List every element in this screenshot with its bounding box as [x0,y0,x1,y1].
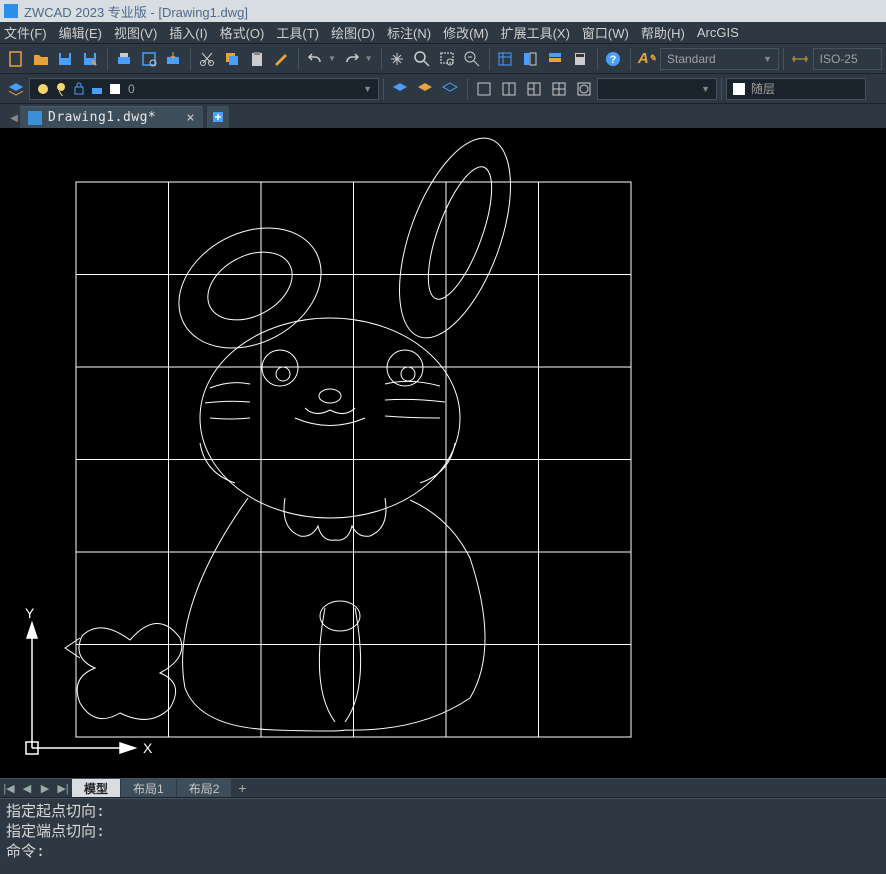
viewport-1-icon[interactable] [472,77,496,101]
viewport-scale-dropdown[interactable]: ▼ [597,78,717,100]
color-dropdown[interactable]: 随层 [726,78,866,100]
document-tab-bar: ◀ Drawing1.dwg* × [0,104,886,128]
layer-previous-icon[interactable] [388,77,412,101]
menu-extensions[interactable]: 扩展工具(X) [501,23,570,42]
dwg-file-icon [28,111,42,125]
menu-bar: 文件(F) 编辑(E) 视图(V) 插入(I) 格式(O) 工具(T) 绘图(D… [0,22,886,44]
publish-icon[interactable] [161,47,185,71]
design-center-icon[interactable] [518,47,542,71]
menu-view[interactable]: 视图(V) [114,23,157,42]
layer-states-icon[interactable] [413,77,437,101]
menu-tools[interactable]: 工具(T) [276,23,319,42]
zoom-realtime-icon[interactable] [410,47,434,71]
match-properties-icon[interactable] [269,47,293,71]
calc-icon[interactable] [568,47,592,71]
tab-layout1-label: 布局1 [133,780,164,797]
viewport-poly-icon[interactable] [572,77,596,101]
cut-icon[interactable] [195,47,219,71]
drawing-canvas[interactable]: Y X [0,128,886,778]
undo-icon[interactable] [303,47,327,71]
tab-layout1[interactable]: 布局1 [121,779,177,797]
layer-toolbar: 0 ▼ ▼ 随层 [0,74,886,104]
window-title: ZWCAD 2023 专业版 - [Drawing1.dwg] [24,2,248,21]
print-icon[interactable] [112,47,136,71]
text-style-icon[interactable]: A✎ [635,47,659,71]
app-logo-icon [4,4,18,18]
tab-scroll-left-icon[interactable]: ◀ [8,108,20,128]
menu-draw[interactable]: 绘图(D) [331,23,375,42]
copy-icon[interactable] [220,47,244,71]
title-bar: ZWCAD 2023 专业版 - [Drawing1.dwg] [0,0,886,22]
command-prompt: 命令: [6,841,880,861]
open-icon[interactable] [29,47,53,71]
pan-icon[interactable] [386,47,410,71]
menu-modify[interactable]: 修改(M) [443,23,489,42]
drawing-content: Y X [0,128,886,778]
layer-value: 0 [128,82,135,96]
standard-toolbar: ▼ ▼ ? A✎ Standard ▼ ISO-25 [0,44,886,74]
layout-last-icon[interactable]: ▶| [54,779,72,797]
layout-next-icon[interactable]: ▶ [36,779,54,797]
menu-file[interactable]: 文件(F) [4,23,47,42]
properties-icon[interactable] [494,47,518,71]
tab-layout2[interactable]: 布局2 [177,779,233,797]
dim-style-value: ISO-25 [820,52,858,66]
save-icon[interactable] [54,47,78,71]
viewport-4-icon[interactable] [547,77,571,101]
command-line: 指定起点切向: [6,801,880,821]
zoom-window-icon[interactable] [435,47,459,71]
viewport-2-icon[interactable] [497,77,521,101]
tool-palettes-icon[interactable] [543,47,567,71]
layout-first-icon[interactable]: |◀ [0,779,18,797]
tab-layout2-label: 布局2 [189,780,220,797]
layout-tab-bar: |◀ ◀ ▶ ▶| 模型 布局1 布局2 + [0,778,886,798]
menu-help[interactable]: 帮助(H) [641,23,685,42]
paste-icon[interactable] [245,47,269,71]
layer-properties-icon[interactable] [4,77,28,101]
add-layout-button[interactable]: + [232,780,252,796]
tab-model[interactable]: 模型 [72,779,121,797]
menu-format[interactable]: 格式(O) [220,23,265,42]
ucs-y-label: Y [25,605,35,621]
viewport-3-icon[interactable] [522,77,546,101]
text-style-dropdown[interactable]: Standard ▼ [660,48,779,70]
saveas-icon[interactable] [78,47,102,71]
menu-dimension[interactable]: 标注(N) [387,23,431,42]
new-tab-button[interactable] [207,106,229,128]
ucs-x-label: X [143,740,153,756]
close-tab-icon[interactable]: × [186,110,194,126]
zoom-previous-icon[interactable] [460,47,484,71]
new-icon[interactable] [4,47,28,71]
print-preview-icon[interactable] [137,47,161,71]
command-line: 指定端点切向: [6,821,880,841]
layer-dropdown[interactable]: 0 ▼ [29,78,379,100]
dim-style-icon[interactable] [788,47,812,71]
menu-window[interactable]: 窗口(W) [582,23,629,42]
redo-icon[interactable] [340,47,364,71]
menu-insert[interactable]: 插入(I) [169,23,207,42]
command-window[interactable]: 指定起点切向: 指定端点切向: 命令: [0,798,886,868]
text-style-value: Standard [667,52,716,66]
menu-edit[interactable]: 编辑(E) [59,23,102,42]
color-value: 随层 [751,80,775,97]
layout-prev-icon[interactable]: ◀ [18,779,36,797]
tab-model-label: 模型 [84,780,108,797]
document-tab[interactable]: Drawing1.dwg* × [20,106,203,128]
svg-text:?: ? [610,54,617,66]
document-tab-label: Drawing1.dwg* [48,110,156,125]
menu-arcgis[interactable]: ArcGIS [697,25,739,40]
help-icon[interactable]: ? [602,47,626,71]
layer-iso-icon[interactable] [438,77,462,101]
dim-style-dropdown[interactable]: ISO-25 [813,48,882,70]
